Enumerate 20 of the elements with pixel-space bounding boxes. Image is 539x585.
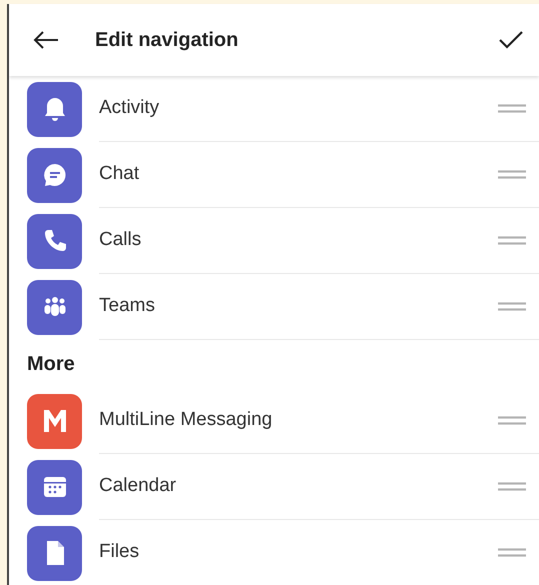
section-heading: More xyxy=(27,352,76,377)
drag-handle-icon[interactable] xyxy=(498,170,526,179)
back-button[interactable] xyxy=(33,30,59,50)
confirm-button[interactable] xyxy=(499,31,523,49)
checkmark-icon xyxy=(499,31,523,49)
drag-handle-icon[interactable] xyxy=(498,548,526,557)
back-arrow-icon xyxy=(33,30,59,50)
drag-handle-icon[interactable] xyxy=(498,104,526,113)
drag-handle-icon[interactable] xyxy=(498,302,526,311)
nav-item-label: Calls xyxy=(99,228,142,252)
drag-handle-icon[interactable] xyxy=(498,236,526,245)
page-title: Edit navigation xyxy=(95,28,238,53)
nav-item-label: Teams xyxy=(99,294,156,318)
drag-handle-icon[interactable] xyxy=(498,416,526,425)
nav-item-label: MultiLine Messaging xyxy=(99,408,274,432)
nav-item-label: Activity xyxy=(99,96,160,120)
nav-item-label: Chat xyxy=(99,162,140,186)
nav-item-label: Files xyxy=(99,540,140,564)
drag-handle-icon[interactable] xyxy=(498,482,526,491)
nav-item-label: Calendar xyxy=(99,474,178,498)
